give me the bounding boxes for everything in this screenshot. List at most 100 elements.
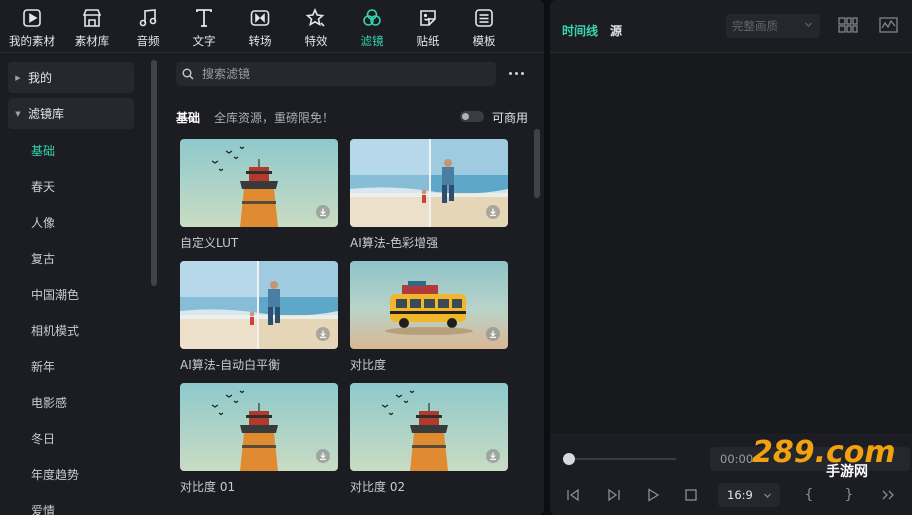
- filter-card[interactable]: AI算法-自动白平衡: [180, 261, 338, 373]
- sidebar-item-new-year[interactable]: 新年: [31, 358, 55, 375]
- step-back-icon: [567, 488, 579, 502]
- tool-text[interactable]: 文字: [176, 0, 232, 52]
- sidebar-group-label: 我的: [28, 71, 53, 85]
- mark-in-icon: {: [804, 487, 814, 503]
- filter-card[interactable]: 自定义LUT: [180, 139, 338, 251]
- tab-timeline[interactable]: 时间线: [562, 22, 598, 39]
- aspect-ratio-value: 16:9: [727, 488, 753, 502]
- tool-label: 贴纸: [416, 34, 440, 48]
- beach-split-image: [180, 261, 338, 349]
- sidebar-group-mine[interactable]: ▶ 我的: [8, 62, 134, 93]
- tool-label: 文字: [192, 34, 216, 48]
- previous-frame-button[interactable]: [564, 487, 582, 503]
- mark-out-icon: }: [844, 487, 854, 503]
- tool-template[interactable]: 模板: [456, 0, 512, 52]
- filter-card[interactable]: 对比度 01: [180, 383, 338, 495]
- effects-star-icon: [305, 8, 325, 27]
- dot: [520, 71, 524, 75]
- store-icon: [82, 9, 102, 27]
- sidebar-item-spring[interactable]: 春天: [31, 178, 55, 195]
- tool-effects[interactable]: 特效: [288, 0, 344, 52]
- filter-thumbnail: [350, 139, 508, 227]
- dot: [514, 71, 518, 75]
- top-toolbar: 我的素材 素材库 音频 文字 转场 特效 滤镜 贴纸 模板: [0, 0, 544, 52]
- filter-card[interactable]: AI算法-色彩增强: [350, 139, 508, 251]
- text-icon: [196, 9, 212, 27]
- preview-panel: 时间线 源 完整画质 00:00 289.com 手游网 16:9 { }: [550, 0, 912, 515]
- download-icon[interactable]: [316, 449, 330, 463]
- filter-thumbnail: [180, 261, 338, 349]
- preview-tabs: 时间线 源: [562, 22, 622, 39]
- caret-down-icon: ▼: [15, 109, 21, 118]
- filter-name: AI算法-自动白平衡: [180, 358, 281, 372]
- toy-bus-image: [350, 261, 508, 349]
- download-icon[interactable]: [486, 327, 500, 341]
- lighthouse-image: [180, 383, 338, 471]
- sidebar-item-winter[interactable]: 冬日: [31, 430, 55, 447]
- tool-sticker[interactable]: 贴纸: [400, 0, 456, 52]
- my-media-icon: [23, 9, 41, 27]
- stop-button[interactable]: [682, 487, 700, 503]
- play-icon: [648, 488, 660, 502]
- search-input[interactable]: [202, 67, 472, 81]
- category-title: 基础: [176, 111, 201, 125]
- sidebar-group-filter-library[interactable]: ▼ 滤镜库: [8, 98, 134, 129]
- sidebar-item-camera-mode[interactable]: 相机模式: [31, 322, 79, 339]
- tool-store[interactable]: 素材库: [64, 0, 120, 52]
- commercial-use-label: 可商用: [492, 111, 529, 125]
- chevron-down-icon: [764, 493, 771, 498]
- more-controls-button[interactable]: [879, 487, 897, 503]
- download-icon[interactable]: [486, 205, 500, 219]
- content-scrollbar[interactable]: [534, 129, 540, 198]
- sidebar-item-cinematic[interactable]: 电影感: [31, 394, 67, 411]
- next-frame-button[interactable]: [605, 487, 623, 503]
- music-note-icon: [139, 9, 157, 27]
- tool-transition[interactable]: 转场: [232, 0, 288, 52]
- filter-card[interactable]: 对比度: [350, 261, 508, 373]
- waveform-scope-icon[interactable]: [879, 17, 898, 33]
- tool-label: 特效: [304, 34, 328, 48]
- category-subtitle: 全库资源，重磅限免！: [214, 111, 335, 125]
- search-icon: [182, 68, 194, 80]
- chevron-down-icon: [805, 22, 812, 27]
- download-icon[interactable]: [486, 449, 500, 463]
- sidebar-group-label: 滤镜库: [28, 107, 65, 121]
- play-button[interactable]: [644, 487, 662, 503]
- template-icon: [475, 9, 493, 27]
- filter-thumbnail: [350, 261, 508, 349]
- mark-out-button[interactable]: }: [840, 487, 858, 503]
- filter-category-sidebar: ▶ 我的 ▼ 滤镜库 基础 春天 人像 复古 中国潮色 相机模式 新年 电影感 …: [0, 53, 160, 515]
- lighthouse-image: [350, 383, 508, 471]
- sidebar-item-basic[interactable]: 基础: [31, 142, 55, 159]
- commercial-use-toggle[interactable]: [460, 111, 484, 122]
- aspect-ratio-select[interactable]: 16:9: [718, 483, 780, 507]
- sidebar-item-love[interactable]: 爱情: [31, 502, 55, 515]
- tool-filter[interactable]: 滤镜: [344, 0, 400, 52]
- preview-canvas: [550, 53, 912, 433]
- progress-handle[interactable]: [563, 453, 575, 465]
- filter-grid-area: 基础 全库资源，重磅限免！ 可商用: [160, 53, 544, 515]
- filter-name: 对比度 01: [180, 480, 236, 494]
- download-icon[interactable]: [316, 327, 330, 341]
- download-icon[interactable]: [316, 205, 330, 219]
- sidebar-item-retro[interactable]: 复古: [31, 250, 55, 267]
- sidebar-item-china-trend[interactable]: 中国潮色: [31, 286, 79, 303]
- tool-label: 音频: [136, 34, 160, 48]
- quality-select[interactable]: 完整画质: [726, 14, 820, 38]
- sidebar-scrollbar[interactable]: [151, 60, 157, 286]
- watermark-text: 289.com: [752, 435, 896, 470]
- more-options-button[interactable]: [506, 66, 526, 80]
- grid-layout-icon[interactable]: [838, 17, 858, 33]
- playback-progress-slider[interactable]: [563, 453, 676, 465]
- lighthouse-image: [180, 139, 338, 227]
- tool-label: 模板: [472, 34, 496, 48]
- mark-in-button[interactable]: {: [800, 487, 818, 503]
- tool-my-media[interactable]: 我的素材: [0, 0, 64, 52]
- dot: [508, 71, 512, 75]
- beach-split-image: [350, 139, 508, 227]
- tool-audio[interactable]: 音频: [120, 0, 176, 52]
- filter-card[interactable]: 对比度 02: [350, 383, 508, 495]
- sidebar-item-yearly-trend[interactable]: 年度趋势: [31, 466, 79, 483]
- tab-source[interactable]: 源: [610, 22, 622, 39]
- sidebar-item-portrait[interactable]: 人像: [31, 214, 55, 231]
